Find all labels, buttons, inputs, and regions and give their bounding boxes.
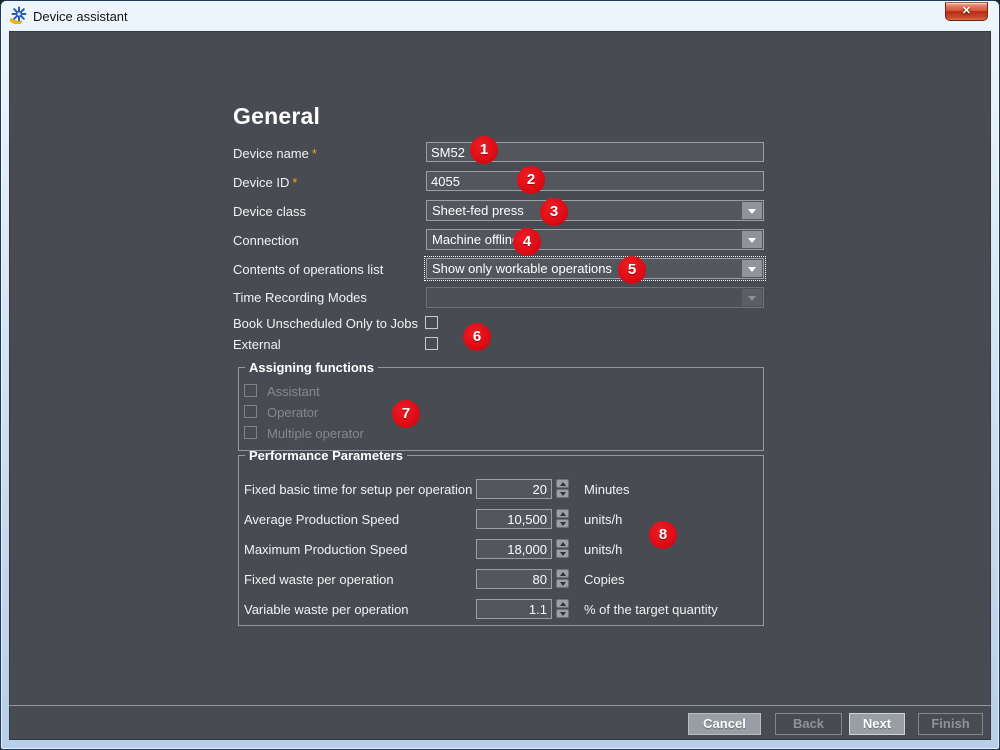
assigning-functions-title: Assigning functions [249,360,374,375]
step-badge-2: 2 [517,166,545,194]
connection-dropdown[interactable]: Machine offline [426,229,764,250]
arrow-up-icon[interactable] [556,509,569,518]
arrow-down-icon[interactable] [556,519,569,528]
arrow-down-icon[interactable] [556,579,569,588]
multiple-operator-label: Multiple operator [267,426,364,441]
setup-time-label: Fixed basic time for setup per operation [244,482,473,497]
performance-parameters-title: Performance Parameters [249,448,403,463]
variable-waste-input[interactable] [476,599,552,619]
arrow-down-icon[interactable] [556,489,569,498]
book-unscheduled-label: Book Unscheduled Only to Jobs [233,316,418,331]
max-speed-label: Maximum Production Speed [244,542,408,557]
device-name-label: Device name * [233,146,317,161]
step-badge-6: 6 [463,323,491,351]
max-speed-stepper[interactable] [556,539,569,559]
avg-speed-label: Average Production Speed [244,512,400,527]
fixed-waste-input[interactable] [476,569,552,589]
step-badge-7: 7 [392,400,420,428]
setup-time-unit: Minutes [584,482,630,497]
arrow-down-icon[interactable] [556,549,569,558]
back-button: Back [775,713,842,735]
fixed-waste-unit: Copies [584,572,625,587]
step-badge-8: 8 [649,521,677,549]
external-label: External [233,337,281,352]
time-recording-dropdown [426,287,764,308]
footer-divider [9,705,991,706]
connection-value: Machine offline [432,232,520,247]
operator-checkbox [244,405,257,418]
page-title: General [233,103,321,129]
assistant-checkbox [244,384,257,397]
device-class-value: Sheet-fed press [432,203,524,218]
window-title: Device assistant [33,9,128,24]
device-id-input[interactable] [426,171,764,191]
max-speed-unit: units/h [584,542,623,557]
device-class-dropdown[interactable]: Sheet-fed press [426,200,764,221]
avg-speed-stepper[interactable] [556,509,569,529]
variable-waste-unit: % of the target quantity [584,602,718,617]
close-button[interactable]: ✕ [945,2,988,21]
arrow-up-icon[interactable] [556,569,569,578]
required-marker: * [292,175,298,190]
arrow-up-icon[interactable] [556,539,569,548]
avg-speed-unit: units/h [584,512,623,527]
book-unscheduled-checkbox[interactable] [425,316,438,329]
chevron-down-icon[interactable] [742,202,762,219]
avg-speed-input[interactable] [476,509,552,529]
title-bar[interactable]: Device assistant ✕ [1,1,999,31]
variable-waste-stepper[interactable] [556,599,569,619]
operator-label: Operator [267,405,319,420]
arrow-up-icon[interactable] [556,599,569,608]
device-assistant-window: Device assistant ✕ General Device name * … [0,0,1000,750]
finish-button: Finish [918,713,983,735]
step-badge-1: 1 [470,136,498,164]
next-button[interactable]: Next [849,713,905,735]
device-assistant-icon [10,6,27,24]
operations-list-label: Contents of operations list [233,262,384,277]
time-recording-label: Time Recording Modes [233,290,367,305]
chevron-down-icon[interactable] [742,231,762,248]
max-speed-input[interactable] [476,539,552,559]
chevron-down-icon [742,289,762,306]
step-badge-5: 5 [618,256,646,284]
fixed-waste-label: Fixed waste per operation [244,572,394,587]
device-class-label: Device class [233,204,306,219]
fixed-waste-stepper[interactable] [556,569,569,589]
cancel-button[interactable]: Cancel [688,713,761,735]
multiple-operator-checkbox [244,426,257,439]
setup-time-input[interactable] [476,479,552,499]
step-badge-3: 3 [540,198,568,226]
setup-time-stepper[interactable] [556,479,569,499]
external-checkbox[interactable] [425,337,438,350]
chevron-down-icon[interactable] [742,260,762,277]
variable-waste-label: Variable waste per operation [244,602,409,617]
arrow-down-icon[interactable] [556,609,569,618]
assistant-label: Assistant [267,384,320,399]
required-marker: * [311,146,317,161]
operations-list-dropdown[interactable]: Show only workable operations [424,256,766,281]
connection-label: Connection [233,233,299,248]
arrow-up-icon[interactable] [556,479,569,488]
operations-list-value: Show only workable operations [432,261,612,276]
step-badge-4: 4 [513,228,541,256]
device-id-label: Device ID * [233,175,298,190]
